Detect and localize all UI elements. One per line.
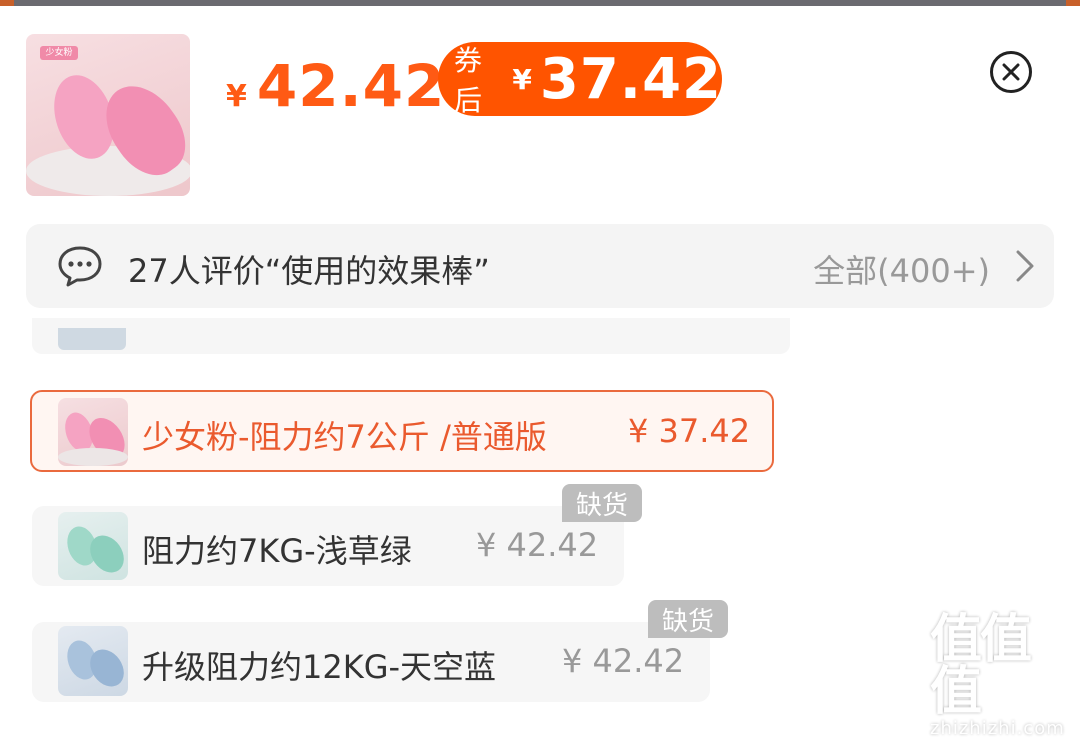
thumbnail-tag: 少女粉: [40, 46, 78, 60]
coupon-currency: ¥: [512, 62, 532, 96]
product-thumbnail[interactable]: 少女粉: [26, 34, 190, 196]
close-icon: [1002, 63, 1020, 81]
price-currency: ¥: [226, 79, 247, 114]
coupon-price-badge: 券后 ¥ 37.42: [438, 42, 722, 117]
option-thumbnail: [58, 328, 126, 350]
option-price: ¥ 37.42: [628, 412, 751, 450]
price-value: 42.42: [256, 52, 446, 120]
option-label: 升级阻力约12KG-天空蓝: [142, 648, 497, 686]
option-item-selected[interactable]: 少女粉-阻力约7公斤 /普通版 ¥ 37.42: [30, 390, 774, 472]
chevron-right-icon: [1016, 250, 1034, 282]
close-button[interactable]: [990, 51, 1032, 93]
option-item[interactable]: 升级阻力约12KG-天空蓝 ¥ 42.42: [32, 622, 710, 702]
review-summary-row[interactable]: 27人评价“使用的效果棒” 全部(400+): [26, 224, 1054, 308]
option-price: ¥ 42.42: [476, 526, 599, 564]
top-edge-strip: [0, 0, 1080, 6]
option-item[interactable]: 阻力约7KG-浅草绿 ¥ 42.42: [32, 506, 624, 586]
out-of-stock-badge: 缺货: [562, 484, 642, 522]
out-of-stock-badge: 缺货: [648, 600, 728, 638]
option-label: 少女粉-阻力约7公斤 /普通版: [142, 418, 547, 456]
current-price: ¥ 42.42: [226, 52, 445, 120]
option-thumbnail: [58, 398, 128, 466]
chat-bubble-icon: [58, 246, 102, 287]
coupon-label: 券后: [454, 44, 483, 117]
all-reviews-link[interactable]: 全部(400+): [813, 246, 990, 292]
option-thumbnail: [58, 626, 128, 696]
option-price: ¥ 42.42: [562, 642, 685, 680]
coupon-price-value: 37.42: [539, 46, 722, 112]
review-summary-text: 27人评价“使用的效果棒”: [128, 252, 490, 290]
site-watermark: 值值值 zhizhizhi.com: [930, 614, 1070, 739]
option-thumbnail: [58, 512, 128, 580]
option-label: 阻力约7KG-浅草绿: [142, 532, 412, 570]
watermark-site: zhizhizhi.com: [930, 718, 1065, 739]
option-item-partial[interactable]: [32, 318, 790, 354]
watermark-logo: 值值值: [930, 610, 1032, 722]
